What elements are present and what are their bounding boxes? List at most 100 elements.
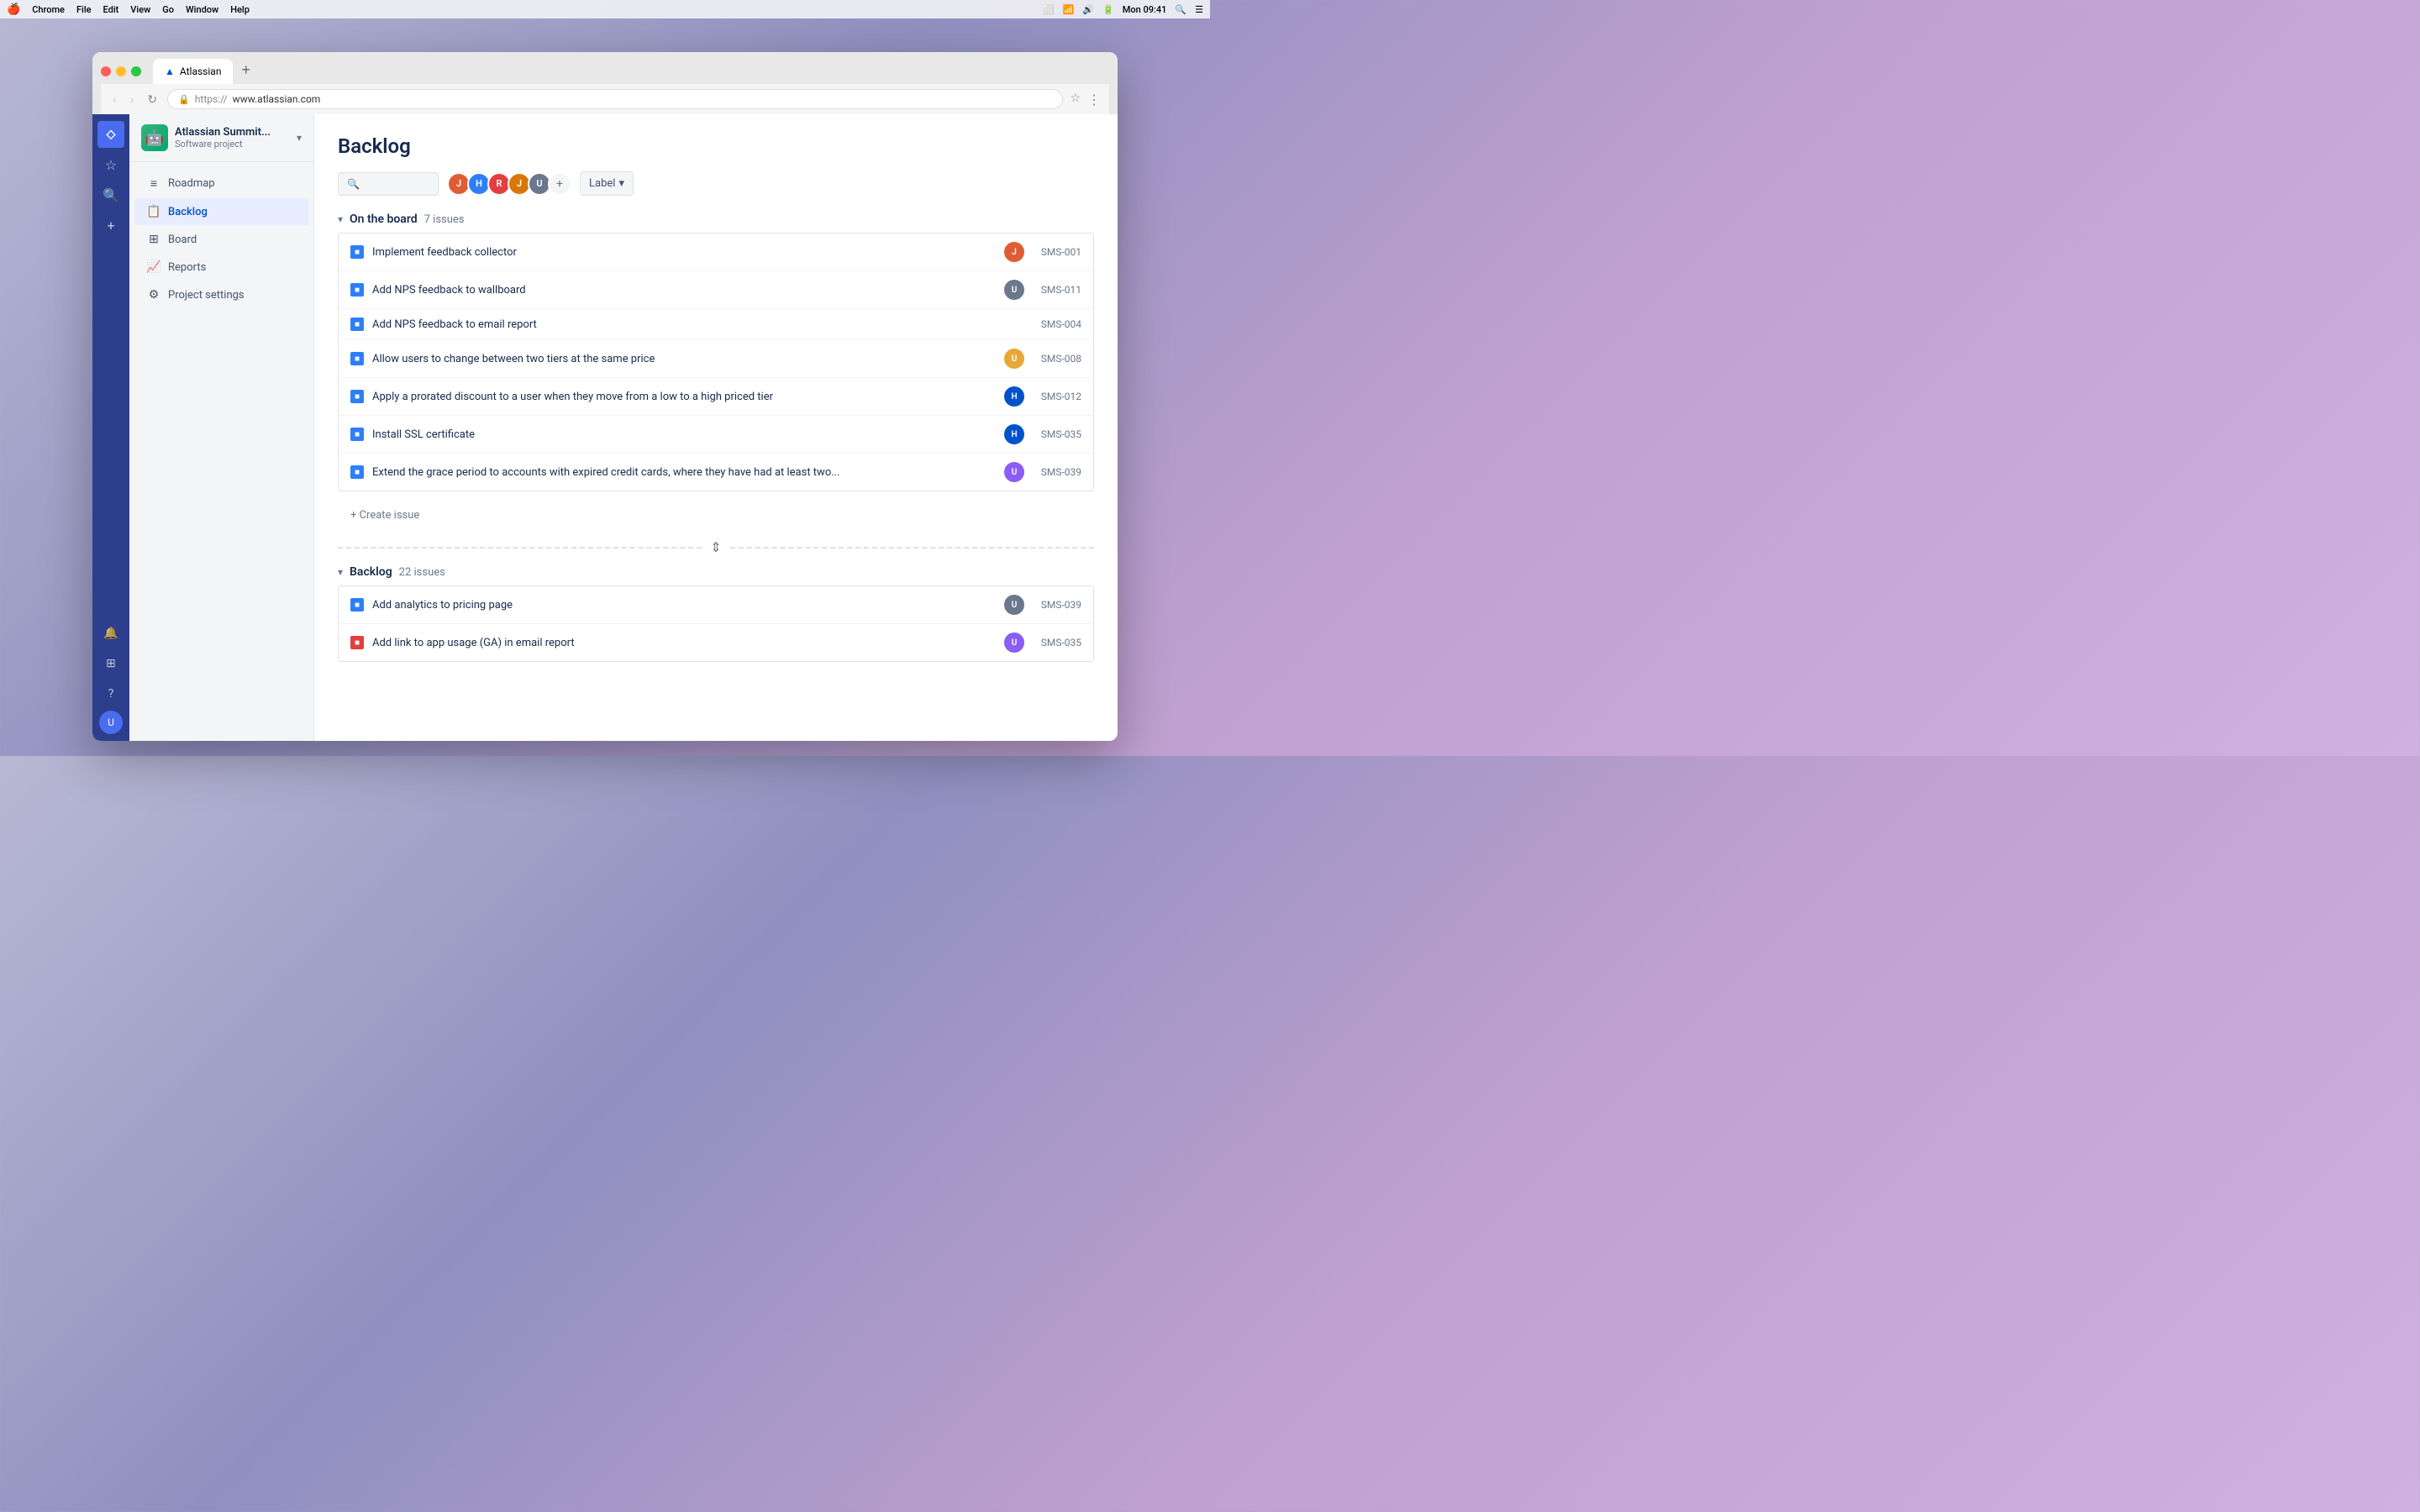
search-sidebar-icon[interactable]: 🔍: [97, 181, 124, 208]
backlog-section-header[interactable]: ▾ Backlog 22 issues: [338, 565, 1094, 579]
menu-file[interactable]: File: [76, 4, 92, 15]
issue-right: U SMS-011: [1004, 280, 1081, 300]
settings-icon: ⚙: [146, 288, 161, 302]
reload-button[interactable]: ↻: [144, 91, 160, 108]
atlassian-home-icon[interactable]: ◇: [97, 121, 124, 148]
list-icon[interactable]: ☰: [1195, 4, 1203, 15]
atlassian-sidebar: ◇ ☆ 🔍 + 🔔 ⊞ ? U: [92, 114, 129, 741]
issue-id: SMS-008: [1031, 353, 1081, 365]
apple-menu[interactable]: 🍎: [7, 3, 20, 16]
menu-window[interactable]: Window: [186, 4, 218, 15]
on-the-board-header[interactable]: ▾ On the board 7 issues: [338, 213, 1094, 226]
nav-item-board[interactable]: ⊞ Board: [134, 226, 308, 253]
label-filter-text: Label: [589, 177, 615, 190]
issue-type-icon: ■: [350, 245, 364, 259]
back-button[interactable]: ‹: [109, 91, 120, 108]
issue-right: J SMS-001: [1004, 242, 1081, 262]
tab-title: Atlassian: [180, 66, 222, 77]
table-row[interactable]: ■ Add analytics to pricing page U SMS-03…: [339, 586, 1093, 624]
close-button[interactable]: [101, 66, 111, 76]
issue-type-icon: ■: [350, 465, 364, 479]
reports-icon: 📈: [146, 260, 161, 274]
menu-edit[interactable]: Edit: [103, 4, 119, 15]
minimize-button[interactable]: [116, 66, 126, 76]
create-issue-row[interactable]: + Create issue: [338, 501, 1094, 529]
menu-chrome[interactable]: Chrome: [32, 4, 65, 15]
on-the-board-count: 7 issues: [424, 213, 465, 226]
project-avatar: 🤖: [141, 124, 168, 151]
issue-type-icon: ■: [350, 352, 364, 365]
wifi-icon: 📶: [1063, 4, 1075, 15]
label-chevron-icon: ▾: [618, 177, 624, 190]
browser-window: ▲ Atlassian + ‹ › ↻ 🔒 https:// www.atlas…: [92, 52, 1118, 741]
user-avatar-sidebar[interactable]: U: [99, 711, 123, 734]
create-issue-label: + Create issue: [350, 509, 419, 522]
issue-right: U SMS-039: [1004, 595, 1081, 615]
search-box[interactable]: 🔍: [338, 172, 439, 196]
backlog-issues-list: ■ Add analytics to pricing page U SMS-03…: [338, 585, 1094, 662]
issue-id: SMS-004: [1031, 318, 1081, 330]
table-row[interactable]: ■ Add NPS feedback to email report SMS-0…: [339, 309, 1093, 340]
table-row[interactable]: ■ Extend the grace period to accounts wi…: [339, 454, 1093, 491]
backlog-chevron-icon: ▾: [338, 566, 343, 578]
issue-title: Install SSL certificate: [372, 428, 996, 441]
table-row[interactable]: ■ Add NPS feedback to wallboard U SMS-01…: [339, 271, 1093, 309]
browser-tab[interactable]: ▲ Atlassian: [153, 59, 233, 84]
project-header[interactable]: 🤖 Atlassian Summit... Software project ▾: [129, 114, 313, 162]
url-domain: www.atlassian.com: [233, 93, 321, 105]
forward-button[interactable]: ›: [127, 91, 138, 108]
more-options-icon[interactable]: ⋮: [1087, 92, 1101, 108]
nav-item-backlog[interactable]: 📋 Backlog: [134, 198, 308, 225]
table-row[interactable]: ■ Add link to app usage (GA) in email re…: [339, 624, 1093, 661]
create-icon[interactable]: +: [97, 212, 124, 239]
on-the-board-title: On the board: [350, 213, 418, 226]
filter-bar: 🔍 J H R J U + Label ▾: [338, 171, 1094, 196]
menu-go[interactable]: Go: [162, 4, 174, 15]
url-bar[interactable]: 🔒 https:// www.atlassian.com: [167, 89, 1063, 109]
table-row[interactable]: ■ Install SSL certificate H SMS-035: [339, 416, 1093, 454]
nav-item-reports[interactable]: 📈 Reports: [134, 254, 308, 281]
nav-label-roadmap: Roadmap: [168, 177, 215, 190]
issue-type-icon: ■: [350, 428, 364, 441]
issue-id: SMS-001: [1031, 246, 1081, 258]
maximize-button[interactable]: [131, 66, 141, 76]
help-icon[interactable]: ?: [97, 680, 124, 707]
main-content: Backlog 🔍 J H R J U + Label ▾: [314, 114, 1118, 741]
menu-view[interactable]: View: [130, 4, 150, 15]
nav-label-backlog: Backlog: [168, 206, 208, 218]
issue-right: SMS-004: [1031, 318, 1081, 330]
battery-icon: 🔋: [1102, 4, 1114, 15]
avatar-more-button[interactable]: +: [548, 172, 571, 196]
project-type: Software project: [175, 139, 271, 150]
table-row[interactable]: ■ Apply a prorated discount to a user wh…: [339, 378, 1093, 416]
menubar-right: ⬜ 📶 🔊 🔋 Mon 09:41 🔍 ☰: [1043, 4, 1203, 15]
table-row[interactable]: ■ Implement feedback collector J SMS-001: [339, 234, 1093, 271]
issue-id: SMS-039: [1031, 466, 1081, 478]
bookmark-icon[interactable]: ☆: [1070, 92, 1081, 108]
project-chevron-icon[interactable]: ▾: [297, 132, 302, 144]
screen-icon: ⬜: [1043, 4, 1055, 15]
avatar-group: J H R J U +: [447, 172, 571, 196]
starred-icon[interactable]: ☆: [97, 151, 124, 178]
issue-type-icon: ■: [350, 598, 364, 612]
issue-id: SMS-035: [1031, 637, 1081, 648]
on-the-board-issues-list: ■ Implement feedback collector J SMS-001…: [338, 233, 1094, 491]
notifications-icon[interactable]: 🔔: [97, 620, 124, 647]
issue-title: Implement feedback collector: [372, 246, 996, 259]
issue-assignee: H: [1004, 424, 1024, 444]
divider-drag-icon[interactable]: ⇕: [710, 539, 721, 555]
issue-right: H SMS-035: [1004, 424, 1081, 444]
issue-title: Extend the grace period to accounts with…: [372, 466, 996, 479]
new-tab-button[interactable]: +: [236, 61, 255, 79]
search-menubar-icon[interactable]: 🔍: [1175, 4, 1186, 15]
table-row[interactable]: ■ Allow users to change between two tier…: [339, 340, 1093, 378]
menu-help[interactable]: Help: [230, 4, 250, 15]
nav-item-settings[interactable]: ⚙ Project settings: [134, 281, 308, 308]
apps-icon[interactable]: ⊞: [97, 650, 124, 677]
nav-item-roadmap[interactable]: ≡ Roadmap: [134, 170, 308, 197]
search-box-icon: 🔍: [347, 178, 360, 190]
traffic-lights: [101, 66, 141, 76]
label-filter-button[interactable]: Label ▾: [580, 171, 634, 196]
address-bar-actions: ☆ ⋮: [1070, 92, 1101, 108]
backlog-icon: 📋: [146, 205, 161, 218]
